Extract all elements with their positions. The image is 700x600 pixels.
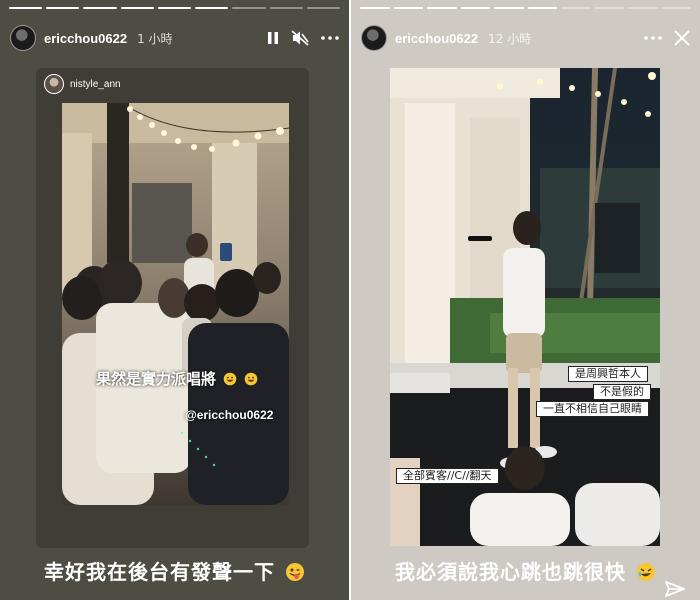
sticker-text: 果然是實力派唱將 — [96, 368, 258, 389]
username[interactable]: ericchou0622 — [395, 31, 478, 46]
avatar[interactable] — [10, 25, 36, 51]
story-header: ericchou0622 1 小時 — [10, 24, 339, 52]
grin-emoji-icon — [223, 372, 237, 386]
shared-username[interactable]: nistyle_ann — [70, 79, 121, 90]
overlay-label-4: 全部賓客//C//翻天 — [396, 468, 499, 484]
more-icon[interactable] — [644, 36, 662, 40]
avatar[interactable] — [361, 25, 387, 51]
overlay-label-1: 是周興哲本人 — [568, 366, 648, 382]
concert-photo-left — [62, 103, 289, 505]
overlay-label-3: 一直不相信自己眼睛 — [536, 401, 649, 417]
overlay-label-2: 不是假的 — [593, 384, 651, 400]
story-header: ericchou0622 12 小時 — [361, 24, 690, 52]
story-progress-bar — [360, 7, 691, 9]
more-icon[interactable] — [321, 36, 339, 40]
timestamp: 12 小時 — [488, 31, 532, 46]
grin-emoji-icon — [245, 372, 258, 386]
username[interactable]: ericchou0622 — [44, 31, 127, 46]
timestamp: 1 小時 — [137, 31, 173, 46]
sticker-text-label: 果然是實力派唱將 — [96, 370, 217, 388]
story-caption: 我必須說我心跳也跳很快 — [351, 556, 700, 585]
tongue-wink-emoji-icon — [285, 563, 304, 581]
caption-text: 我必須說我心跳也跳很快 — [395, 560, 627, 584]
rofl-emoji-icon — [636, 563, 655, 581]
caption-text: 幸好我在後台有發聲一下 — [44, 560, 276, 584]
pause-icon[interactable] — [267, 31, 279, 45]
close-icon[interactable] — [674, 30, 690, 46]
story-progress-bar — [9, 7, 340, 9]
story-caption: 幸好我在後台有發聲一下 — [0, 556, 349, 585]
shared-avatar[interactable] — [44, 74, 64, 94]
mention-tag[interactable]: @ericchou0622 — [185, 408, 273, 422]
send-icon[interactable] — [665, 580, 685, 598]
shared-story-header: nistyle_ann — [44, 74, 121, 94]
story-left[interactable]: ericchou0622 1 小時 nistyle_ann 果然是實力派唱將 @… — [0, 0, 349, 600]
mute-icon[interactable] — [291, 30, 309, 46]
